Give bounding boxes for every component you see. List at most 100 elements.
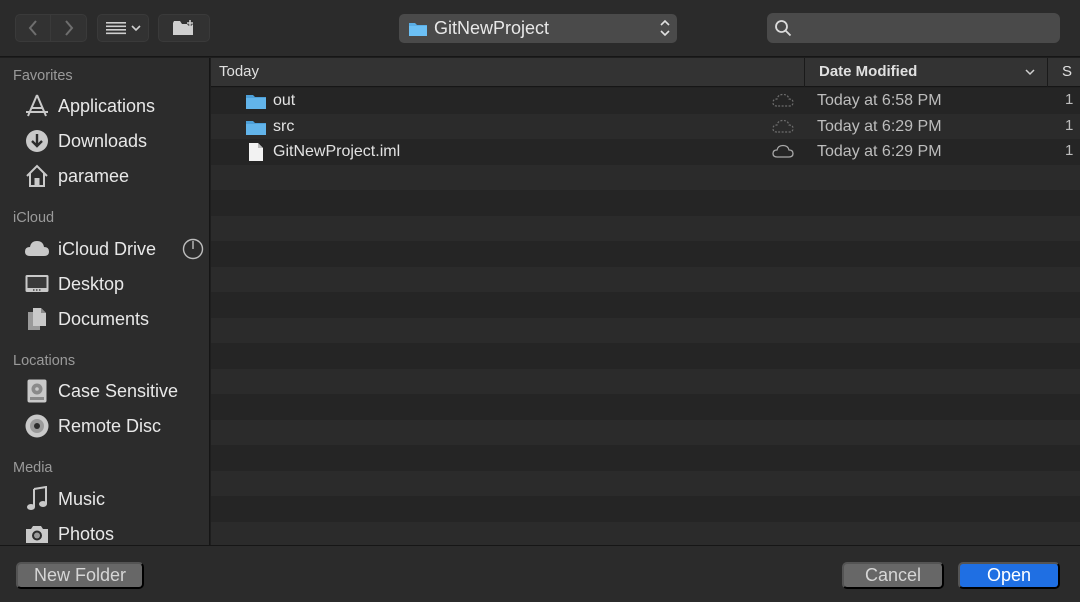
nav-buttons xyxy=(15,14,87,42)
file-name: GitNewProject.iml xyxy=(273,143,401,160)
sidebar-item-music[interactable]: Music xyxy=(22,484,202,514)
empty-row xyxy=(211,317,1080,343)
empty-row xyxy=(211,368,1080,394)
music-icon xyxy=(22,485,52,513)
file-size: 1 xyxy=(1065,91,1074,108)
sidebar-item-remote-disc[interactable]: Remote Disc xyxy=(22,411,202,441)
file-name: src xyxy=(273,117,295,135)
column-divider[interactable] xyxy=(804,58,805,87)
view-options-button[interactable] xyxy=(97,14,149,42)
documents-icon xyxy=(22,305,52,333)
sidebar-item-icloud-drive[interactable]: iCloud Drive xyxy=(22,234,204,264)
forward-button[interactable] xyxy=(51,14,87,42)
empty-row xyxy=(211,215,1080,241)
empty-row xyxy=(211,470,1080,496)
sidebar: Favorites Applications Downloads paramee… xyxy=(0,58,210,545)
list-view-icon xyxy=(106,22,126,35)
sidebar-item-applications[interactable]: Applications xyxy=(22,91,202,121)
section-media: Media xyxy=(13,460,53,476)
sidebar-item-documents[interactable]: Documents xyxy=(22,304,202,334)
location-label: GitNewProject xyxy=(434,18,550,38)
file-date: Today at 6:29 PM xyxy=(817,143,942,160)
folder-icon xyxy=(409,22,427,36)
icloud-icon xyxy=(22,235,52,263)
table-row[interactable]: src Today at 6:29 PM 1 xyxy=(211,113,1080,139)
file-name: out xyxy=(273,92,296,109)
sidebar-item-desktop[interactable]: Desktop xyxy=(22,269,202,299)
sidebar-item-label: Remote Disc xyxy=(58,415,162,436)
downloads-icon xyxy=(22,127,52,155)
folder-icon xyxy=(246,120,266,135)
toolbar: GitNewProject xyxy=(0,0,1080,57)
disc-icon xyxy=(22,412,52,440)
sort-descending-icon[interactable] xyxy=(1025,68,1035,76)
empty-row xyxy=(211,164,1080,190)
chevron-down-icon xyxy=(131,25,141,32)
home-icon xyxy=(22,162,52,190)
disk-icon xyxy=(22,377,52,405)
chevron-right-icon xyxy=(64,20,73,36)
empty-row xyxy=(211,445,1080,471)
sidebar-item-label: iCloud Drive xyxy=(58,238,157,259)
column-header: Today Date Modified S xyxy=(211,58,1080,87)
icloud-status-icon xyxy=(772,119,794,133)
empty-row xyxy=(211,190,1080,216)
empty-row xyxy=(211,496,1080,522)
cancel-button[interactable]: Cancel xyxy=(842,562,944,589)
sidebar-item-case-sensitive[interactable]: Case Sensitive xyxy=(22,376,202,406)
desktop-icon xyxy=(22,270,52,298)
empty-row xyxy=(211,266,1080,292)
sidebar-item-label: Music xyxy=(58,488,106,509)
file-date: Today at 6:29 PM xyxy=(817,117,942,135)
table-row[interactable]: GitNewProject.iml Today at 6:29 PM 1 xyxy=(211,139,1080,165)
sidebar-item-label: Case Sensitive xyxy=(58,380,179,401)
sidebar-item-label: paramee xyxy=(58,165,130,186)
search-input[interactable] xyxy=(798,19,1048,37)
file-size: 1 xyxy=(1065,116,1074,134)
empty-row xyxy=(211,343,1080,369)
new-folder-button[interactable]: New Folder xyxy=(16,562,144,589)
sidebar-item-label: Downloads xyxy=(58,130,148,151)
new-folder-toolbar-button[interactable] xyxy=(158,14,210,42)
icloud-status-icon xyxy=(772,144,794,158)
bottom-bar: New Folder Cancel Open xyxy=(0,545,1080,602)
section-favorites: Favorites xyxy=(13,68,73,84)
search-field[interactable] xyxy=(767,13,1060,43)
up-down-chevron-icon xyxy=(660,19,670,37)
column-date-header[interactable]: Date Modified xyxy=(819,63,917,80)
sync-progress-icon xyxy=(182,238,204,260)
open-button[interactable]: Open xyxy=(958,562,1060,589)
chevron-left-icon xyxy=(28,20,37,36)
file-size: 1 xyxy=(1065,142,1074,159)
section-icloud: iCloud xyxy=(13,210,55,226)
icloud-status-icon xyxy=(772,93,794,107)
file-date: Today at 6:58 PM xyxy=(817,92,942,109)
empty-row xyxy=(211,292,1080,318)
sidebar-item-label: Applications xyxy=(58,95,156,116)
column-divider[interactable] xyxy=(1047,58,1048,87)
column-name-header[interactable]: Today xyxy=(219,63,259,80)
file-icon xyxy=(249,143,263,161)
column-size-header[interactable]: S xyxy=(1062,63,1072,80)
empty-row xyxy=(211,241,1080,267)
sidebar-item-photos[interactable]: Photos xyxy=(22,519,202,545)
folder-icon xyxy=(246,95,266,109)
file-list: Today Date Modified S out Today at 6:58 … xyxy=(211,58,1080,545)
table-row[interactable]: out Today at 6:58 PM 1 xyxy=(211,88,1080,114)
sidebar-item-downloads[interactable]: Downloads xyxy=(22,126,202,156)
camera-icon xyxy=(22,520,52,545)
sidebar-item-label: Desktop xyxy=(58,273,125,294)
search-icon xyxy=(775,20,792,37)
file-rows: out Today at 6:58 PM 1 src Today at 6:29… xyxy=(211,88,1080,545)
empty-row xyxy=(211,419,1080,445)
location-popup[interactable]: GitNewProject xyxy=(399,14,677,43)
folder-plus-icon xyxy=(173,20,193,35)
sidebar-item-home[interactable]: paramee xyxy=(22,161,202,191)
back-button[interactable] xyxy=(15,14,51,42)
empty-row xyxy=(211,521,1080,545)
sidebar-item-label: Documents xyxy=(58,308,150,329)
sidebar-item-label: Photos xyxy=(58,523,115,544)
applications-icon xyxy=(22,92,52,120)
empty-row xyxy=(211,394,1080,420)
section-locations: Locations xyxy=(13,353,76,369)
